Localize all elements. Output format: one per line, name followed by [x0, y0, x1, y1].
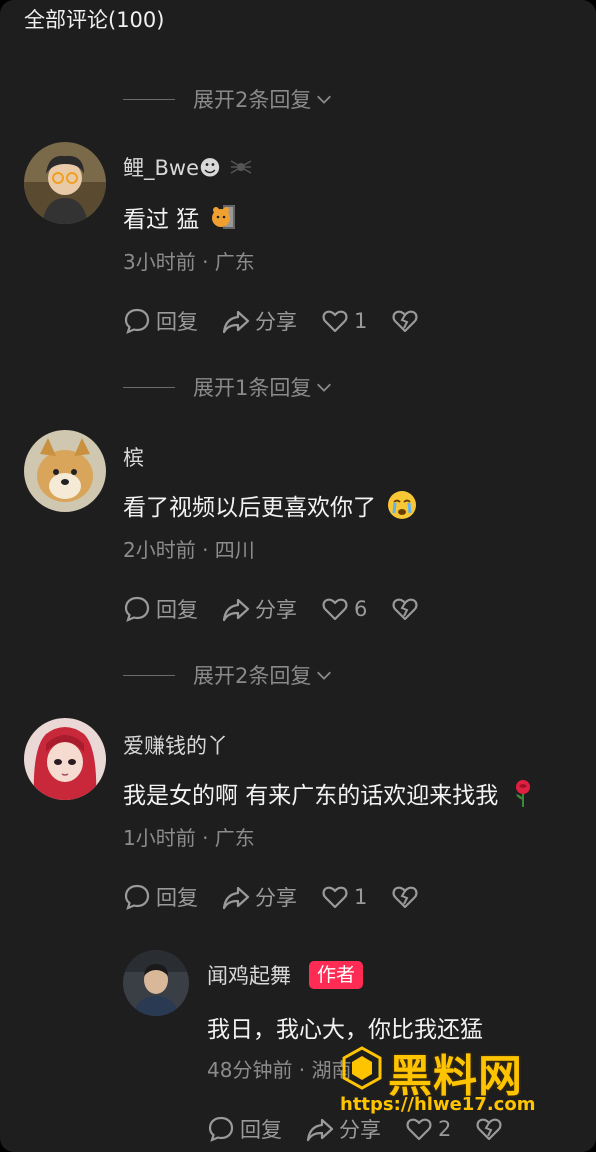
like-button[interactable]: 1 [321, 307, 367, 335]
expand-replies-label: 展开2条回复 [193, 664, 312, 688]
speech-bubble-icon [124, 308, 150, 334]
share-button[interactable]: 分享 [222, 594, 297, 624]
comment-body: 看了视频以后更喜欢你了 [123, 495, 376, 521]
like-button[interactable]: 1 [321, 883, 367, 911]
comment-actions: 回复 分享 1 [123, 882, 448, 912]
broken-heart-icon [392, 886, 418, 909]
share-button[interactable]: 分享 [222, 882, 297, 912]
reply-button[interactable]: 回复 [207, 1114, 282, 1144]
comment-text: 看过 猛 [123, 200, 237, 234]
share-arrow-icon [306, 1118, 334, 1142]
divider-line [123, 674, 175, 676]
reply-username: 闻鸡起舞 作者 [207, 960, 364, 990]
expand-replies-button[interactable]: 展开2条回复 [123, 84, 333, 114]
comment-text: 看了视频以后更喜欢你了 [123, 488, 418, 522]
share-arrow-icon [222, 310, 250, 334]
reply-label: 回复 [240, 1118, 282, 1142]
reply-label: 回复 [156, 310, 198, 334]
like-count: 1 [354, 309, 368, 333]
chevron-down-icon [317, 383, 332, 392]
divider-line [123, 98, 175, 100]
crying-face-emoji-icon [388, 491, 416, 519]
heart-icon [322, 886, 348, 909]
share-button[interactable]: 分享 [222, 306, 297, 336]
speech-bubble-icon [124, 596, 150, 622]
bear-peek-sticker-icon [212, 205, 236, 229]
broken-heart-icon [392, 598, 418, 621]
comment-actions: 回复 分享 1 [123, 306, 448, 336]
comment-body: 我是女的啊 有来广东的话欢迎来找我 [123, 783, 499, 809]
reply-meta: 48分钟前 · 湖南 [207, 1058, 352, 1082]
username-text[interactable]: 爱赚钱的丫 [123, 730, 228, 760]
share-label: 分享 [255, 886, 297, 910]
like-count: 6 [354, 597, 368, 621]
comment-text: 我是女的啊 有来广东的话欢迎来找我 [123, 776, 536, 810]
reply-button[interactable]: 回复 [123, 594, 198, 624]
share-label: 分享 [255, 598, 297, 622]
chevron-down-icon [317, 671, 332, 680]
like-count: 2 [438, 1117, 452, 1141]
avatar[interactable] [24, 142, 106, 224]
comment-body: 看过 猛 [123, 207, 200, 233]
speech-bubble-icon [208, 1116, 234, 1142]
username-text[interactable]: 鲤_Bwe☻ [123, 152, 221, 182]
comments-count-title: 全部评论(100) [24, 8, 165, 32]
reply-text: 我日，我心大，你比我还猛 [207, 1010, 483, 1044]
username-text[interactable]: 闻鸡起舞 [207, 960, 291, 990]
watermark-logo-icon [342, 1046, 382, 1090]
comment-username: 鲤_Bwe☻ [123, 152, 253, 182]
reply-button[interactable]: 回复 [123, 882, 198, 912]
reply-label: 回复 [156, 598, 198, 622]
avatar[interactable] [123, 950, 189, 1016]
like-button[interactable]: 6 [321, 595, 367, 623]
speech-bubble-icon [124, 884, 150, 910]
watermark: 黑料网 https://hlwe17.com [340, 1040, 570, 1120]
share-arrow-icon [222, 886, 250, 910]
username-text[interactable]: 槟 [123, 442, 144, 472]
chevron-down-icon [317, 95, 332, 104]
dislike-button[interactable] [391, 307, 424, 335]
comment-meta: 2小时前 · 四川 [123, 538, 255, 562]
divider-line [123, 386, 175, 388]
comments-panel: 全部评论(100) 展开2条回复 鲤_Bwe☻ 看过 猛 3小时前 · 广东 回… [0, 0, 596, 1152]
comment-username: 槟 [123, 442, 144, 472]
comment-actions: 回复 分享 6 [123, 594, 448, 624]
share-label: 分享 [255, 310, 297, 334]
heart-icon [322, 598, 348, 621]
rose-emoji-icon [516, 780, 531, 807]
watermark-url: https://hlwe17.com [340, 1094, 536, 1115]
avatar[interactable] [24, 430, 106, 512]
like-count: 1 [354, 885, 368, 909]
comment-meta: 1小时前 · 广东 [123, 826, 255, 850]
expand-replies-button[interactable]: 展开1条回复 [123, 372, 333, 402]
expand-replies-label: 展开1条回复 [193, 376, 312, 400]
avatar[interactable] [24, 718, 106, 800]
reply-button[interactable]: 回复 [123, 306, 198, 336]
comment-meta: 3小时前 · 广东 [123, 250, 255, 274]
dislike-button[interactable] [391, 595, 424, 623]
dislike-button[interactable] [391, 883, 424, 911]
expand-replies-label: 展开2条回复 [193, 88, 312, 112]
broken-heart-icon [392, 310, 418, 333]
share-arrow-icon [222, 598, 250, 622]
author-badge: 作者 [309, 961, 364, 989]
heart-icon [322, 310, 348, 333]
comment-username: 爱赚钱的丫 [123, 730, 228, 760]
reply-body: 我日，我心大，你比我还猛 [207, 1017, 483, 1043]
spider-icon [230, 160, 252, 174]
reply-label: 回复 [156, 886, 198, 910]
expand-replies-button[interactable]: 展开2条回复 [123, 660, 333, 690]
